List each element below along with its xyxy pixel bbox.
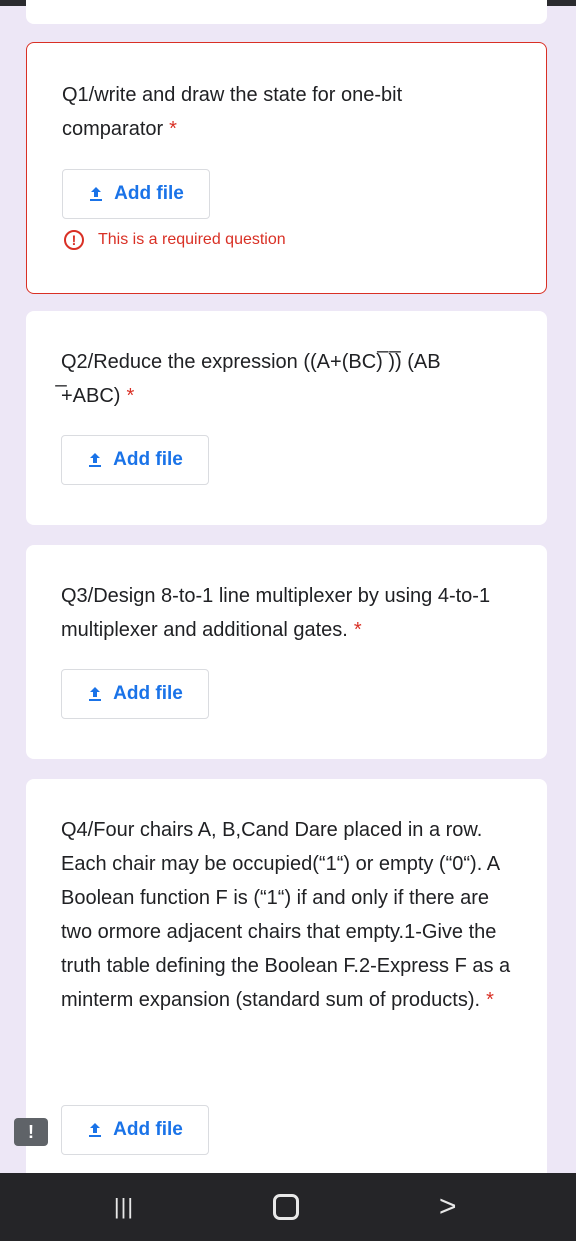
question-text: Q2/Reduce the expression ((A+(BC)̅ )̅) (… bbox=[61, 351, 441, 407]
error-message: This is a required question bbox=[98, 231, 286, 248]
question-card-1: Q1/write and draw the state for one-bit … bbox=[26, 42, 547, 294]
upload-icon bbox=[89, 687, 102, 701]
question-title-1: Q1/write and draw the state for one-bit … bbox=[62, 78, 516, 146]
required-asterisk: * bbox=[126, 385, 135, 407]
required-asterisk: * bbox=[169, 118, 177, 140]
required-asterisk: * bbox=[353, 619, 362, 641]
upload-icon bbox=[89, 1123, 102, 1137]
required-error: ! This is a required question bbox=[64, 230, 286, 250]
question-text: Q4/Four chairs A, B,Cand Dare placed in … bbox=[61, 819, 511, 1011]
question-card-3: Q3/Design 8-to-1 line multiplexer by usi… bbox=[26, 545, 547, 759]
question-title-2: Q2/Reduce the expression ((A+(BC)̅ )̅) (… bbox=[61, 345, 517, 413]
question-card-2: Q2/Reduce the expression ((A+(BC)̅ )̅) (… bbox=[26, 311, 547, 525]
add-file-label: Add file bbox=[113, 1119, 183, 1140]
question-text: Q3/Design 8-to-1 line multiplexer by usi… bbox=[61, 585, 491, 641]
error-icon: ! bbox=[64, 230, 84, 250]
home-button[interactable] bbox=[251, 1173, 321, 1241]
question-card-4: Q4/Four chairs A, B,Cand Dare placed in … bbox=[26, 779, 547, 1199]
system-nav-bar: ||| < bbox=[0, 1173, 576, 1241]
upload-icon bbox=[89, 453, 102, 467]
add-file-button[interactable]: Add file bbox=[62, 169, 210, 219]
recents-icon: ||| bbox=[113, 1194, 135, 1219]
back-icon: < bbox=[439, 1190, 457, 1223]
question-text: Q1/write and draw the state for one-bit … bbox=[62, 84, 403, 140]
add-file-button[interactable]: Add file bbox=[61, 669, 209, 719]
add-file-button[interactable]: Add file bbox=[61, 1105, 209, 1155]
add-file-button[interactable]: Add file bbox=[61, 435, 209, 485]
add-file-label: Add file bbox=[113, 449, 183, 470]
add-file-label: Add file bbox=[114, 183, 184, 204]
recents-button[interactable]: ||| bbox=[89, 1173, 159, 1241]
upload-icon bbox=[90, 187, 103, 201]
back-button[interactable]: < bbox=[413, 1173, 483, 1241]
required-asterisk: * bbox=[486, 989, 494, 1011]
add-file-label: Add file bbox=[113, 683, 183, 704]
question-title-3: Q3/Design 8-to-1 line multiplexer by usi… bbox=[61, 579, 517, 647]
home-icon bbox=[273, 1194, 299, 1220]
feedback-icon[interactable]: ! bbox=[14, 1118, 48, 1146]
question-title-4: Q4/Four chairs A, B,Cand Dare placed in … bbox=[61, 813, 517, 1017]
previous-card bbox=[26, 0, 547, 24]
